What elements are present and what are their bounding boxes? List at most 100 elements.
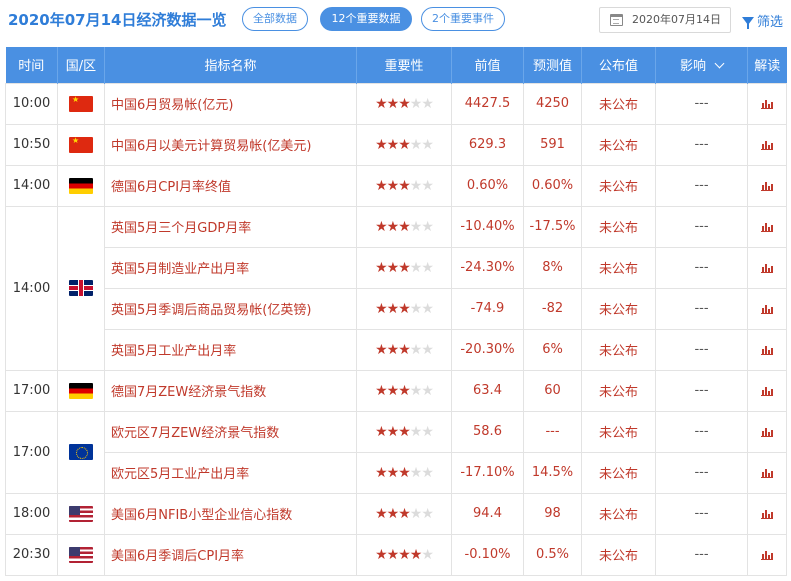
importance-stars: ★★★★★	[375, 506, 434, 522]
indicator-name[interactable]: 欧元区5月工业产出月率	[104, 451, 357, 494]
indicator-name[interactable]: 德国7月ZEW经济景气指数	[104, 369, 357, 412]
interpret-cell[interactable]	[747, 287, 787, 330]
star-empty-icon: ★	[421, 259, 434, 276]
time-cell: 14:00	[5, 205, 58, 371]
star-filled-icon: ★	[375, 136, 388, 153]
impact-value: ---	[655, 123, 748, 166]
star-filled-icon: ★	[386, 341, 400, 358]
star-filled-icon: ★	[409, 546, 423, 563]
indicator-name[interactable]: 中国6月贸易帐(亿元)	[104, 82, 357, 125]
actual-value: 未公布	[581, 82, 656, 125]
forecast-value: 14.5%	[523, 451, 582, 494]
calendar-icon	[610, 14, 623, 26]
region-cell	[57, 164, 105, 207]
star-empty-icon: ★	[421, 382, 434, 399]
interpret-cell[interactable]	[747, 492, 787, 535]
interpret-cell[interactable]	[747, 369, 787, 412]
bar-chart-icon[interactable]	[761, 262, 773, 273]
forecast-value: 591	[523, 123, 582, 166]
star-filled-icon: ★	[386, 464, 400, 481]
actual-value: 未公布	[581, 492, 656, 535]
bar-chart-icon[interactable]	[761, 221, 773, 232]
star-filled-icon: ★	[386, 382, 400, 399]
indicator-name[interactable]: 英国5月季调后商品贸易帐(亿英镑)	[104, 287, 357, 330]
time-cell: 20:30	[5, 533, 58, 576]
interpret-cell[interactable]	[747, 164, 787, 207]
indicator-name[interactable]: 英国5月三个月GDP月率	[104, 205, 357, 248]
cn-flag-icon	[69, 136, 93, 153]
filter-events-button[interactable]: 2个重要事件	[421, 7, 505, 31]
bar-chart-icon[interactable]	[761, 180, 773, 191]
importance-cell: ★★★★★	[356, 369, 452, 412]
interpret-cell[interactable]	[747, 410, 787, 453]
interpret-cell[interactable]	[747, 451, 787, 494]
indicator-name[interactable]: 德国6月CPI月率终值	[104, 164, 357, 207]
top-bar: 2020年07月14日经济数据一览 全部数据 12个重要数据 2个重要事件 20…	[0, 0, 791, 40]
importance-stars: ★★★★★	[375, 382, 434, 399]
impact-value: ---	[655, 205, 748, 248]
star-empty-icon: ★	[421, 136, 434, 153]
time-cell: 18:00	[5, 492, 58, 535]
bar-chart-icon[interactable]	[761, 426, 773, 437]
indicator-name[interactable]: 英国5月制造业产出月率	[104, 246, 357, 289]
table-row: 17:00 德国7月ZEW经济景气指数 ★★★★★ 63.4 60 未公布 ---	[5, 369, 787, 412]
interpret-cell[interactable]	[747, 205, 787, 248]
bar-chart-icon[interactable]	[761, 98, 773, 109]
forecast-value: 98	[523, 492, 582, 535]
indicator-name[interactable]: 美国6月NFIB小型企业信心指数	[104, 492, 357, 535]
star-filled-icon: ★	[398, 95, 411, 112]
impact-value: ---	[655, 451, 748, 494]
interpret-cell[interactable]	[747, 328, 787, 371]
date-picker[interactable]: 2020年07月14日	[599, 7, 731, 33]
table-row: 18:00 美国6月NFIB小型企业信心指数 ★★★★★ 94.4 98 未公布 ---	[5, 492, 787, 535]
prev-value: 0.60%	[451, 164, 524, 207]
bar-chart-icon[interactable]	[761, 508, 773, 519]
indicator-name[interactable]: 美国6月季调后CPI月率	[104, 533, 357, 576]
impact-value: ---	[655, 82, 748, 125]
col-actual: 公布值	[581, 47, 656, 83]
page-title: 2020年07月14日经济数据一览	[8, 11, 227, 29]
star-filled-icon: ★	[386, 136, 400, 153]
star-filled-icon: ★	[398, 259, 411, 276]
star-empty-icon: ★	[421, 423, 434, 440]
prev-value: -24.30%	[451, 246, 524, 289]
actual-value: 未公布	[581, 164, 656, 207]
star-filled-icon: ★	[398, 177, 411, 194]
star-filled-icon: ★	[375, 464, 388, 481]
interpret-cell[interactable]	[747, 246, 787, 289]
forecast-value: 6%	[523, 328, 582, 371]
filter-label: 筛选	[757, 15, 784, 30]
economic-data-table: 时间 国/区 指标名称 重要性 前值 预测值 公布值 影响 解读 10:00 中国…	[5, 47, 787, 576]
filter-important-button[interactable]: 12个重要数据	[320, 7, 412, 31]
star-empty-icon: ★	[409, 259, 423, 276]
filter-button[interactable]: 筛选	[742, 11, 783, 30]
indicator-name[interactable]: 英国5月工业产出月率	[104, 328, 357, 371]
star-filled-icon: ★	[398, 300, 411, 317]
interpret-cell[interactable]	[747, 533, 787, 576]
interpret-cell[interactable]	[747, 123, 787, 166]
indicator-name[interactable]: 中国6月以美元计算贸易帐(亿美元)	[104, 123, 357, 166]
interpret-cell[interactable]	[747, 82, 787, 125]
bar-chart-icon[interactable]	[761, 139, 773, 150]
forecast-value: 4250	[523, 82, 582, 125]
bar-chart-icon[interactable]	[761, 467, 773, 478]
star-empty-icon: ★	[421, 300, 434, 317]
importance-cell: ★★★★★	[356, 123, 452, 166]
filter-all-button[interactable]: 全部数据	[242, 7, 308, 31]
bar-chart-icon[interactable]	[761, 549, 773, 560]
region-cell	[57, 410, 105, 494]
importance-stars: ★★★★★	[375, 259, 434, 276]
actual-value: 未公布	[581, 410, 656, 453]
star-empty-icon: ★	[421, 95, 434, 112]
star-filled-icon: ★	[386, 218, 400, 235]
star-filled-icon: ★	[375, 300, 388, 317]
star-empty-icon: ★	[409, 300, 423, 317]
bar-chart-icon[interactable]	[761, 344, 773, 355]
col-impact[interactable]: 影响	[655, 47, 748, 83]
de-flag-icon	[69, 177, 93, 194]
bar-chart-icon[interactable]	[761, 303, 773, 314]
star-filled-icon: ★	[386, 423, 400, 440]
star-filled-icon: ★	[375, 259, 388, 276]
indicator-name[interactable]: 欧元区7月ZEW经济景气指数	[104, 410, 357, 453]
bar-chart-icon[interactable]	[761, 385, 773, 396]
